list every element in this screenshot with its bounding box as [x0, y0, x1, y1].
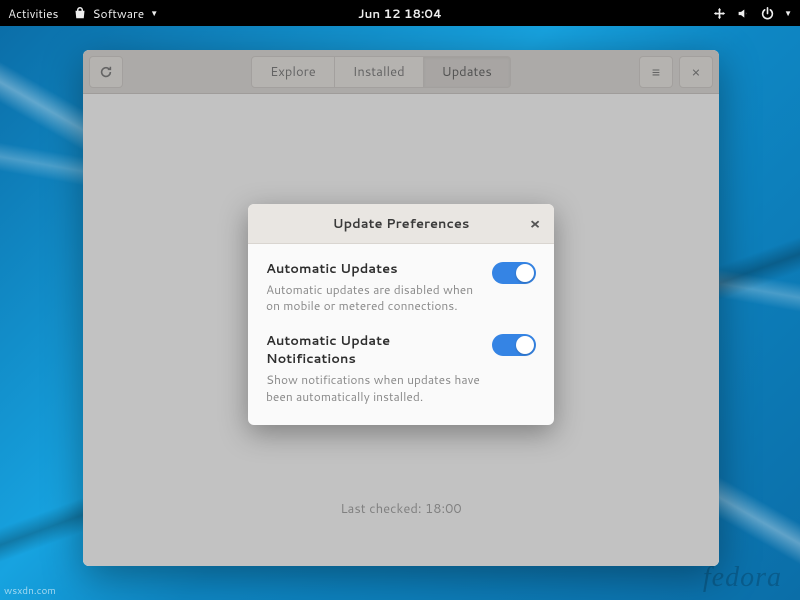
hamburger-menu-button[interactable]: ≡	[639, 56, 673, 88]
pref-description: Show notifications when updates have bee…	[266, 372, 480, 404]
dialog-close-button[interactable]: ×	[522, 210, 548, 236]
updates-pane: Last checked: 18:00	[83, 94, 719, 566]
last-checked-label: Last checked: 18:00	[340, 500, 461, 518]
window-close-button[interactable]: ×	[679, 56, 713, 88]
pref-description: Automatic updates are disabled when on m…	[266, 282, 480, 314]
app-menu-label: Software	[93, 5, 145, 22]
tab-updates[interactable]: Updates	[424, 56, 511, 88]
automatic-update-notifications-toggle[interactable]	[492, 334, 536, 356]
pref-automatic-update-notifications: Automatic Update Notifications Show noti…	[266, 332, 536, 404]
dialog-title: Update Preferences	[333, 215, 470, 233]
system-status-area[interactable]: ▼	[712, 6, 792, 20]
tab-explore[interactable]: Explore	[251, 56, 335, 88]
pref-title: Automatic Update Notifications	[266, 332, 480, 368]
source-watermark: wsxdn.com	[4, 584, 56, 598]
dialog-body: Automatic Updates Automatic updates are …	[248, 244, 554, 425]
close-icon: ×	[692, 62, 701, 82]
chevron-down-icon: ▼	[784, 7, 792, 19]
network-icon	[712, 6, 726, 20]
app-menu[interactable]: Software ▼	[73, 5, 159, 22]
distro-wordmark: fedora	[703, 562, 782, 594]
automatic-updates-toggle[interactable]	[492, 262, 536, 284]
hamburger-icon: ≡	[652, 62, 660, 82]
refresh-icon	[99, 65, 113, 79]
dialog-titlebar: Update Preferences ×	[248, 204, 554, 244]
activities-button[interactable]: Activities	[8, 5, 59, 22]
update-preferences-dialog: Update Preferences × Automatic Updates A…	[248, 204, 554, 425]
desktop-wallpaper: fedora wsxdn.com Explore Installed Updat…	[0, 26, 800, 600]
power-icon	[760, 6, 774, 20]
pref-automatic-updates: Automatic Updates Automatic updates are …	[266, 260, 536, 314]
software-window: Explore Installed Updates ≡ × Last check…	[83, 50, 719, 566]
view-switcher: Explore Installed Updates	[251, 56, 511, 88]
refresh-button[interactable]	[89, 56, 123, 88]
gnome-top-bar: Activities Software ▼ Jun 12 18:04 ▼	[0, 0, 800, 26]
close-icon: ×	[530, 213, 541, 234]
clock[interactable]: Jun 12 18:04	[358, 5, 442, 22]
modal-scrim	[83, 50, 719, 566]
shopping-bag-icon	[73, 6, 87, 20]
pref-title: Automatic Updates	[266, 260, 480, 278]
headerbar: Explore Installed Updates ≡ ×	[83, 50, 719, 94]
chevron-down-icon: ▼	[150, 7, 158, 19]
volume-icon	[736, 6, 750, 20]
tab-installed[interactable]: Installed	[335, 56, 424, 88]
